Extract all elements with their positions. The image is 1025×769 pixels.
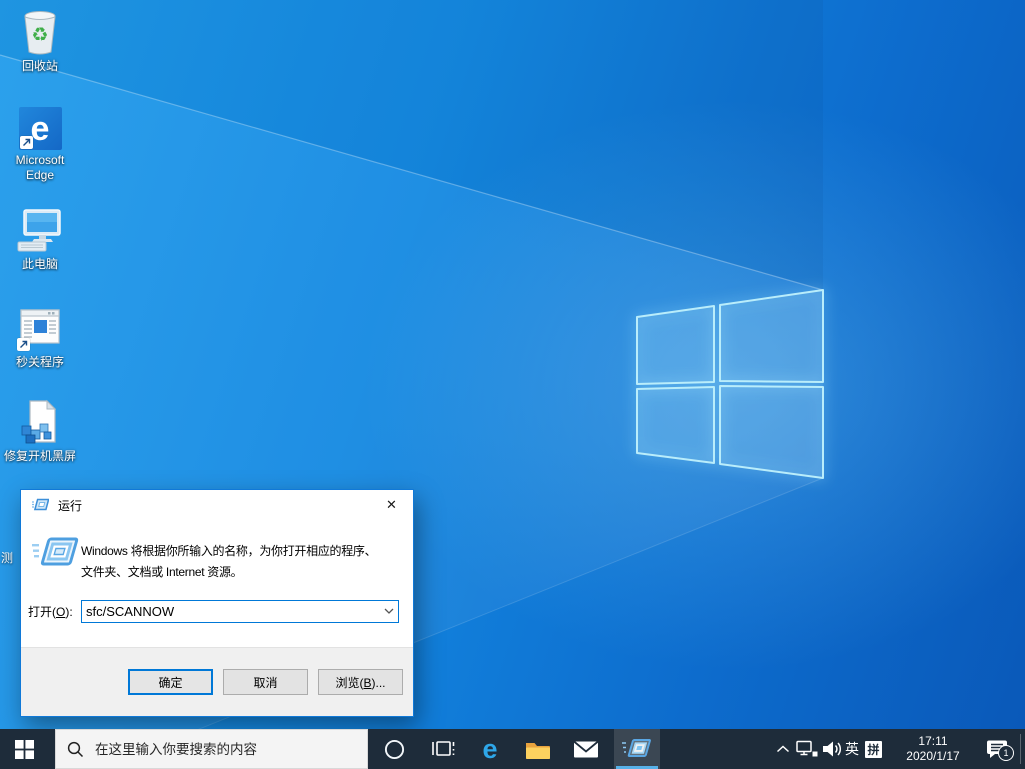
task-view-button[interactable] (418, 729, 466, 769)
desktop-icon-label: Microsoft Edge (15, 153, 65, 182)
desktop-icon-label: 秒关程序 (15, 355, 64, 369)
search-input[interactable] (93, 740, 343, 758)
run-icon-small (32, 498, 49, 511)
run-app-button-active[interactable] (614, 729, 660, 769)
desktop-icon-seconds-close-app[interactable]: 秒关程序 (2, 304, 78, 370)
ok-button[interactable]: 确定 (128, 669, 213, 695)
partially-hidden-icon-label[interactable]: 测 (1, 549, 13, 566)
network-icon (796, 740, 818, 757)
windows-logo-icon (14, 739, 34, 759)
app-window-icon (16, 304, 64, 352)
notification-badge: 1 (998, 745, 1014, 761)
file-explorer-button[interactable] (514, 729, 562, 769)
desktop-icon-this-pc[interactable]: 此电脑 (2, 206, 78, 272)
combo-dropdown-icon[interactable] (379, 601, 398, 622)
network-status-button[interactable] (794, 729, 820, 769)
desktop-icon-label: 此电脑 (21, 257, 58, 271)
run-dialog-title: 运行 (58, 498, 83, 513)
run-dialog-titlebar[interactable]: 运行 ✕ (21, 490, 413, 520)
run-icon-large (32, 537, 79, 566)
recycle-bin-icon: ♻ (17, 8, 63, 56)
cortana-icon (384, 739, 404, 759)
desktop-icon-label: 回收站 (21, 59, 58, 73)
desktop-icon-recycle-bin[interactable]: ♻ 回收站 (2, 8, 78, 74)
browse-button[interactable]: 浏览(B)... (318, 669, 403, 695)
show-desktop-button[interactable] (1020, 734, 1025, 764)
run-dialog-window: 运行 ✕ Windows 将根据你所输入的名称，为你打开相应的程序、 文件夹、文… (20, 489, 414, 717)
task-view-icon (431, 741, 454, 756)
this-pc-icon (16, 206, 64, 254)
run-icon (622, 739, 651, 757)
show-hidden-icons-button[interactable] (770, 729, 796, 769)
ime-pinyin-badge: 拼 (865, 740, 882, 758)
ime-mode-indicator[interactable]: 拼 (864, 729, 883, 769)
taskbar-search-box[interactable] (55, 729, 368, 769)
search-icon (67, 741, 84, 757)
start-button[interactable] (0, 729, 48, 769)
desktop: ♻ 回收站 e Microsoft Edge 此电脑 秒关程序 修复开机黑屏 测… (0, 0, 1025, 769)
shortcut-arrow-icon (17, 338, 30, 351)
volume-button[interactable] (819, 729, 844, 769)
desktop-icon-fix-boot-black-screen[interactable]: 修复开机黑屏 (2, 398, 78, 464)
mail-button[interactable] (562, 729, 610, 769)
desktop-icon-microsoft-edge[interactable]: e Microsoft Edge (2, 102, 78, 183)
clock-time: 17:11 (918, 734, 948, 748)
registry-file-icon (16, 398, 64, 446)
shortcut-arrow-icon (19, 136, 33, 149)
close-button[interactable]: ✕ (370, 490, 413, 519)
ime-language-indicator[interactable]: 英 (842, 729, 862, 769)
chevron-up-icon (776, 745, 790, 753)
edge-icon: e (482, 733, 498, 764)
clock-date: 2020/1/17 (906, 749, 960, 763)
clock[interactable]: 17:11 2020/1/17 (898, 729, 968, 769)
run-dialog-footer: 确定 取消 浏览(B)... (21, 647, 413, 716)
svg-text:♻: ♻ (31, 25, 48, 46)
edge-button[interactable]: e (466, 729, 514, 769)
desktop-icon-label: 修复开机黑屏 (3, 449, 76, 463)
mail-icon (573, 740, 599, 757)
run-dialog-description: Windows 将根据你所输入的名称，为你打开相应的程序、 文件夹、文档或 In… (81, 544, 377, 579)
run-dialog-body: Windows 将根据你所输入的名称，为你打开相应的程序、 文件夹、文档或 In… (21, 520, 413, 648)
cancel-button[interactable]: 取消 (223, 669, 308, 695)
speaker-icon (822, 741, 841, 757)
taskbar: e (0, 729, 1025, 769)
open-label: 打开(O): (28, 604, 73, 619)
run-command-input[interactable] (82, 600, 379, 622)
folder-icon (526, 742, 550, 759)
cortana-button[interactable] (370, 729, 418, 769)
edge-icon: e (18, 102, 62, 150)
close-icon: ✕ (386, 497, 397, 512)
run-command-combobox[interactable] (81, 599, 399, 623)
action-center-button[interactable]: 1 (974, 729, 1020, 769)
